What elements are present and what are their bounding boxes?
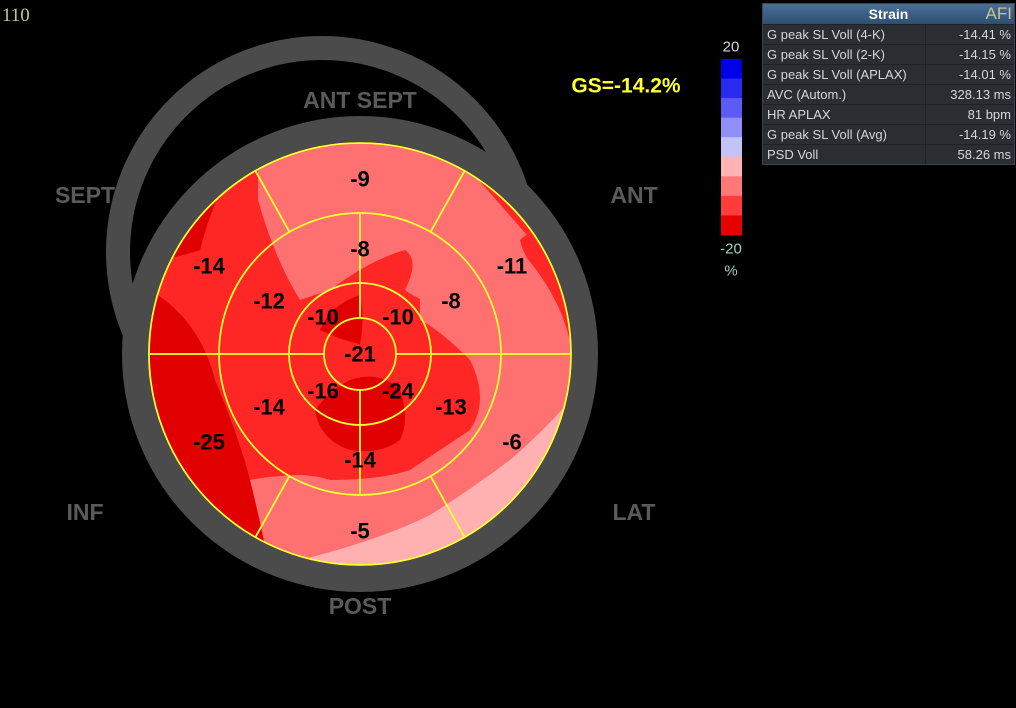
row-value: -14.15 % (958, 47, 1011, 62)
segment-basal-septal: -14 (193, 254, 226, 279)
color-scale-bar (721, 59, 742, 236)
segment-basal-anterior: -11 (497, 254, 528, 279)
row-value: -14.01 % (958, 67, 1011, 82)
scale-swatch (721, 176, 742, 197)
segment-apical-lateral: -24 (382, 379, 415, 404)
panel-row: G peak SL Voll (Avg) -14.19 % (763, 124, 1014, 144)
scale-min-label: -20 (720, 241, 742, 258)
scale-swatch (721, 195, 742, 216)
segment-basal-lateral: -6 (502, 430, 522, 455)
wall-label-inf: INF (66, 499, 103, 525)
row-name: PSD Voll (763, 145, 926, 164)
afi-badge: AFI (985, 4, 1012, 23)
panel-header: Strain AFI (763, 4, 1014, 24)
scale-swatch (721, 215, 742, 236)
scale-swatch (721, 59, 742, 80)
segment-apical-inferior: -16 (307, 379, 339, 404)
segment-apical-anterior: -10 (382, 305, 414, 330)
scale-max-label: 20 (723, 39, 740, 56)
segment-mid-septal: -12 (253, 289, 285, 314)
segment-basal-anteroseptal: -9 (350, 167, 370, 192)
segment-apical-septal: -10 (307, 305, 339, 330)
panel-row: G peak SL Voll (APLAX) -14.01 % (763, 64, 1014, 84)
segment-basal-posterior: -5 (350, 519, 370, 544)
wall-label-ant: ANT (610, 182, 657, 208)
strain-results-panel: Strain AFI G peak SL Voll (4-K) -14.41 % … (762, 3, 1015, 165)
panel-row: AVC (Autom.) 328.13 ms (763, 84, 1014, 104)
segment-mid-inferior: -14 (253, 395, 286, 420)
scale-unit-label: % (724, 263, 737, 280)
global-strain-value: GS=-14.2% (571, 75, 680, 98)
row-value: -14.19 % (958, 127, 1011, 142)
scale-swatch (721, 137, 742, 158)
panel-title: Strain (868, 6, 909, 22)
scale-swatch (721, 117, 742, 138)
panel-row: G peak SL Voll (2-K) -14.15 % (763, 44, 1014, 64)
segment-basal-inferior: -25 (193, 430, 225, 455)
wall-label-ant-sept: ANT SEPT (303, 87, 417, 113)
row-value: 58.26 ms (957, 147, 1011, 162)
segment-mid-lateral: -13 (435, 395, 467, 420)
row-name: AVC (Autom.) (763, 85, 926, 104)
wall-label-post: POST (329, 593, 392, 619)
row-value: -14.41 % (958, 27, 1011, 42)
scale-swatch (721, 98, 742, 119)
segment-mid-anterior: -8 (441, 289, 461, 314)
panel-row: G peak SL Voll (4-K) -14.41 % (763, 24, 1014, 44)
scale-swatch (721, 78, 742, 99)
row-name: G peak SL Voll (4-K) (763, 25, 926, 44)
row-value: 328.13 ms (950, 87, 1011, 102)
segment-apex: -21 (344, 342, 376, 367)
row-name: G peak SL Voll (APLAX) (763, 65, 926, 84)
row-name: HR APLAX (763, 105, 926, 124)
wall-label-lat: LAT (612, 499, 655, 525)
row-name: G peak SL Voll (Avg) (763, 125, 926, 144)
wall-label-sept: SEPT (55, 182, 115, 208)
row-name: G peak SL Voll (2-K) (763, 45, 926, 64)
panel-row: HR APLAX 81 bpm (763, 104, 1014, 124)
scale-swatch (721, 156, 742, 177)
row-value: 81 bpm (967, 107, 1011, 122)
panel-row: PSD Voll 58.26 ms (763, 144, 1014, 164)
segment-mid-posterior: -14 (344, 448, 377, 473)
segment-mid-anteroseptal: -8 (350, 237, 370, 262)
